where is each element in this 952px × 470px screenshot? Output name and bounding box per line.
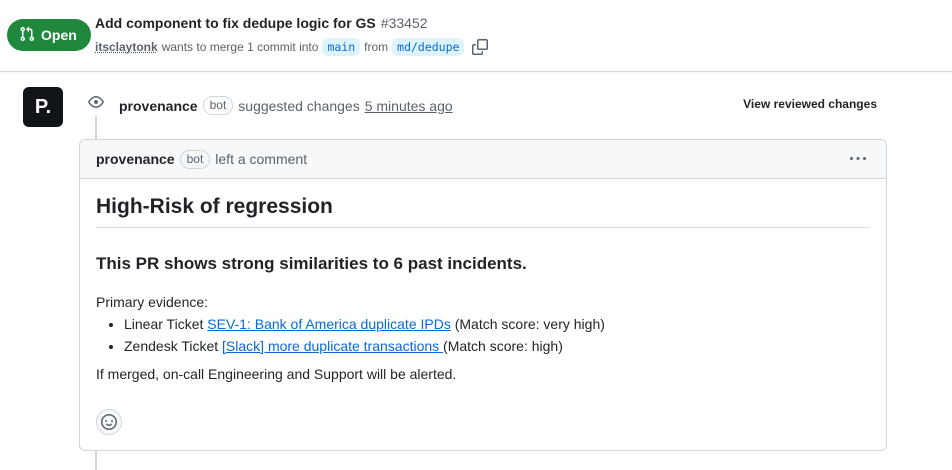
comment-author[interactable]: provenance — [96, 151, 175, 167]
eye-icon — [83, 89, 109, 115]
view-reviewed-changes-button[interactable]: View reviewed changes — [743, 97, 877, 111]
pr-state-label: Open — [41, 27, 77, 43]
avatar-text: P. — [34, 95, 52, 118]
comment-footer: If merged, on-call Engineering and Suppo… — [96, 366, 457, 382]
evidence-suffix: (Match score: high) — [443, 338, 563, 354]
pr-author-link[interactable]: itsclaytonk — [95, 40, 158, 54]
merge-text: wants to merge 1 commit into — [161, 40, 319, 54]
pr-header: Open Add component to fix dedupe logic f… — [0, 0, 952, 72]
smiley-icon[interactable] — [96, 409, 122, 435]
evidence-suffix: (Match score: very high) — [454, 316, 605, 332]
pr-number: #33452 — [380, 15, 428, 31]
comment-header: provenance bot left a comment — [80, 140, 886, 179]
copy-icon[interactable] — [472, 39, 489, 55]
comment-body: High-Risk of regression This PR shows st… — [80, 179, 886, 398]
pr-state-badge: Open — [7, 19, 91, 51]
review-timestamp[interactable]: 5 minutes ago — [365, 98, 453, 114]
reviewer-avatar[interactable]: P. — [23, 87, 63, 127]
evidence-prefix: Zendesk Ticket — [124, 338, 219, 354]
base-branch[interactable]: main — [322, 38, 361, 56]
pr-title-text: Add component to fix dedupe logic for GS — [95, 15, 376, 31]
comment-heading: High-Risk of regression — [96, 195, 870, 228]
evidence-list: Linear Ticket SEV-1: Bank of America dup… — [96, 316, 870, 354]
head-branch[interactable]: md/dedupe — [392, 38, 465, 56]
reviewer-name[interactable]: provenance — [119, 98, 198, 114]
evidence-link[interactable]: SEV-1: Bank of America duplicate IPDs — [207, 316, 451, 332]
kebab-menu-icon[interactable] — [848, 150, 868, 168]
pr-meta: itsclaytonk wants to merge 1 commit into… — [95, 38, 489, 56]
review-comment: provenance bot left a comment High-Risk … — [79, 139, 887, 451]
list-item: Zendesk Ticket [Slack] more duplicate tr… — [124, 338, 870, 354]
evidence-prefix: Linear Ticket — [124, 316, 204, 332]
list-item: Linear Ticket SEV-1: Bank of America dup… — [124, 316, 870, 332]
bot-badge: bot — [179, 149, 211, 169]
review-action: suggested changes — [238, 97, 360, 114]
evidence-label: Primary evidence: — [96, 294, 209, 310]
comment-subheading: This PR shows strong similarities to 6 p… — [96, 254, 527, 273]
review-event: provenance bot suggested changes 5 minut… — [119, 96, 453, 115]
bot-badge: bot — [202, 96, 234, 115]
pr-title: Add component to fix dedupe logic for GS… — [95, 15, 428, 31]
from-text: from — [364, 40, 389, 54]
comment-action: left a comment — [215, 151, 308, 167]
git-pull-request-icon — [19, 26, 35, 45]
evidence-link[interactable]: [Slack] more duplicate transactions — [222, 338, 443, 354]
